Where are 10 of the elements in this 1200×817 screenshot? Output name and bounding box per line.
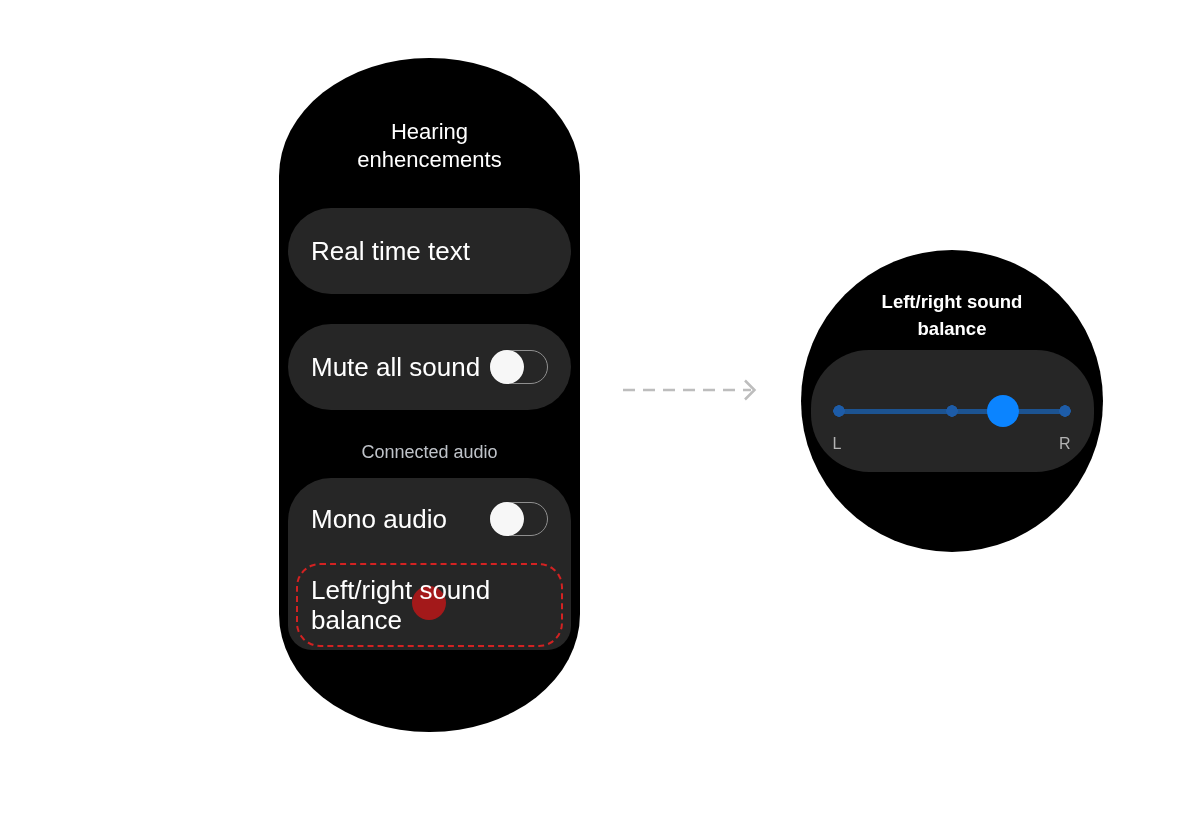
screen-title: Left/right sound balance (880, 290, 1024, 341)
settings-item[interactable]: Real time text (288, 208, 571, 294)
slider-min-label: L (832, 434, 842, 454)
settings-item[interactable]: Mute all sound (288, 324, 571, 410)
screen-title: Hearing enhencements (356, 118, 503, 174)
section-header: Connected audio (361, 442, 498, 462)
settings-item[interactable]: Left/right sound balance (296, 563, 563, 647)
slider-thumb[interactable] (987, 395, 1020, 427)
settings-item[interactable]: Mono audio (296, 478, 563, 560)
slider-max-label: R (1058, 434, 1071, 454)
